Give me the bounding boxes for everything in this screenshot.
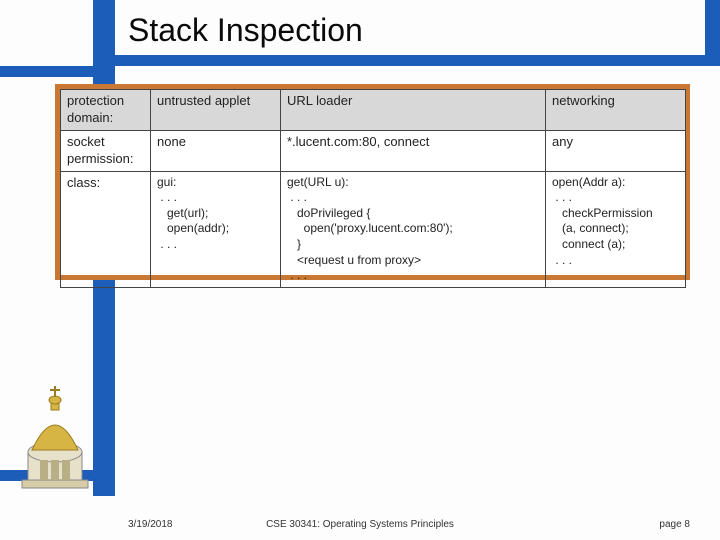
cell-socket-urlloader: *.lucent.com:80, connect	[281, 130, 546, 171]
row-label-class: class:	[61, 171, 151, 287]
cell-class-networking: open(Addr a): . . . checkPermission (a, …	[546, 171, 686, 287]
col-header-applet: untrusted applet	[151, 90, 281, 131]
cell-class-urlloader: get(URL u): . . . doPrivileged { open('p…	[281, 171, 546, 287]
accent-strip-1	[0, 66, 93, 77]
table-row: class: gui: . . . get(url); open(addr); …	[61, 171, 686, 287]
cell-socket-networking: any	[546, 130, 686, 171]
cell-class-applet: gui: . . . get(url); open(addr); . . .	[151, 171, 281, 287]
stack-inspection-table: protection domain: untrusted applet URL …	[55, 84, 690, 280]
slide-title: Stack Inspection	[126, 12, 367, 49]
col-header-urlloader: URL loader	[281, 90, 546, 131]
footer-page: page 8	[659, 519, 690, 530]
row-label-socket: socket permission:	[61, 130, 151, 171]
permission-table: protection domain: untrusted applet URL …	[60, 89, 686, 288]
table-row: socket permission: none *.lucent.com:80,…	[61, 130, 686, 171]
col-header-networking: networking	[546, 90, 686, 131]
dome-logo	[10, 382, 100, 492]
cell-socket-applet: none	[151, 130, 281, 171]
col-header-domain: protection domain:	[61, 90, 151, 131]
footer-course: CSE 30341: Operating Systems Principles	[0, 519, 720, 530]
table-header-row: protection domain: untrusted applet URL …	[61, 90, 686, 131]
